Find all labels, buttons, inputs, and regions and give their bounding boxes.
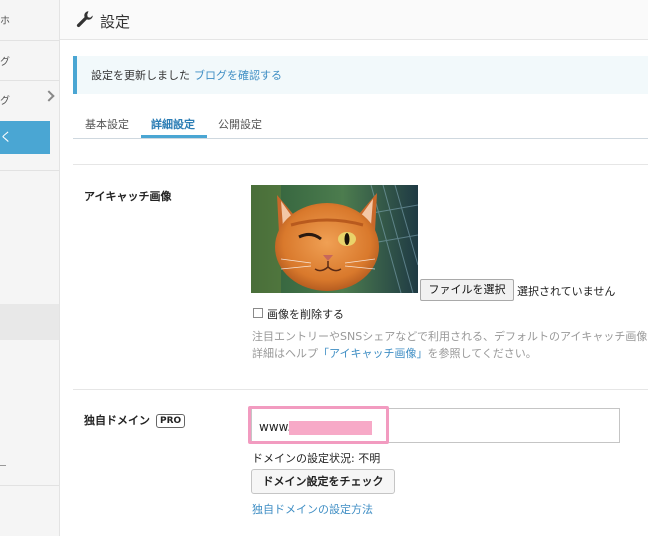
sidebar-divider <box>0 485 59 486</box>
sidebar-item-1[interactable]: ホ <box>0 12 59 27</box>
view-blog-link[interactable]: ブログを確認する <box>194 69 282 82</box>
file-status-text: 選択されていません <box>517 285 616 298</box>
eyecatch-help-text: 注目エントリーやSNSシェアなどで利用される、デフォルトのアイキャッチ画像 <box>252 330 648 343</box>
sidebar-divider <box>0 40 59 41</box>
page-title: 設定 <box>100 13 131 31</box>
domain-status-text: ドメインの設定状況: 不明 <box>252 452 381 465</box>
pro-badge: PRO <box>156 414 186 428</box>
eyecatch-label: アイキャッチ画像 <box>84 190 172 203</box>
eyecatch-help-line2: 詳細はヘルプ「アイキャッチ画像」を参照してください。 <box>252 345 537 361</box>
sidebar-divider <box>0 80 59 81</box>
active-tab-indicator <box>141 135 207 138</box>
sidebar-dash <box>0 465 6 466</box>
delete-image-label: 画像を削除する <box>267 308 344 321</box>
custom-domain-label-text: 独自ドメイン <box>84 414 150 427</box>
tab-publish-settings[interactable]: 公開設定 <box>218 116 262 132</box>
eyecatch-image <box>251 185 418 293</box>
sidebar-item-active-label: く <box>0 130 13 144</box>
redacted-domain <box>289 421 372 435</box>
settings-tabs: 基本設定 詳細設定 公開設定 <box>73 108 648 139</box>
tab-basic-settings[interactable]: 基本設定 <box>85 116 129 132</box>
help-suffix: を参照してください。 <box>427 347 537 360</box>
row-divider-right <box>243 389 648 390</box>
custom-domain-value: www. <box>259 420 292 434</box>
eyecatch-help-link[interactable]: 「アイキャッチ画像」 <box>318 347 427 360</box>
tab-advanced-settings[interactable]: 詳細設定 <box>151 116 195 132</box>
choose-file-button[interactable]: ファイルを選択 <box>420 279 514 301</box>
domain-setup-link[interactable]: 独自ドメインの設定方法 <box>252 501 373 517</box>
help-prefix: 詳細はヘルプ <box>252 347 318 360</box>
page-header: 設定 <box>60 0 648 40</box>
delete-image-checkbox[interactable] <box>253 308 263 318</box>
notice-message: 設定を更新しました <box>91 69 190 82</box>
sidebar-divider <box>0 170 59 171</box>
sidebar: ホ グ グ く <box>0 0 60 536</box>
row-divider-left <box>73 389 243 390</box>
cat-photo <box>251 185 418 293</box>
sidebar-item-2[interactable]: グ <box>0 53 59 68</box>
main-content: 設定 設定を更新しました ブログを確認する 基本設定 詳細設定 公開設定 アイキャ… <box>60 0 648 536</box>
update-notice: 設定を更新しました ブログを確認する <box>73 56 648 94</box>
check-domain-button[interactable]: ドメイン設定をチェック <box>251 469 395 494</box>
custom-domain-label: 独自ドメイン PRO <box>84 412 186 428</box>
section-divider <box>73 164 648 165</box>
sidebar-item-highlighted[interactable] <box>0 304 59 340</box>
wrench-icon <box>76 11 93 28</box>
sidebar-item-active[interactable]: く <box>0 121 50 154</box>
